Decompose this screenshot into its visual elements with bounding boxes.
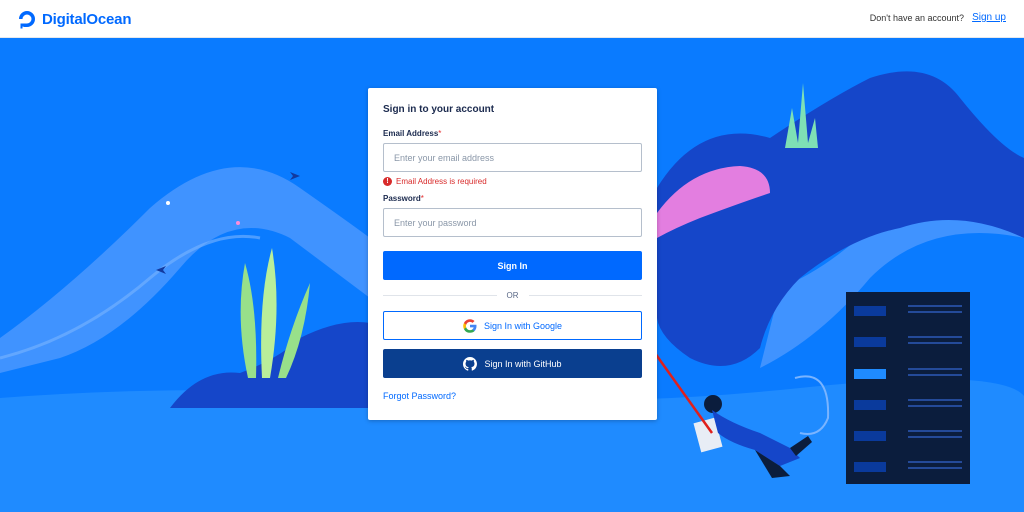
google-sign-in-button[interactable]: Sign In with Google	[383, 311, 642, 340]
email-label: Email Address*	[383, 129, 642, 138]
email-label-text: Email Address	[383, 129, 439, 138]
google-icon	[463, 318, 477, 333]
email-input[interactable]	[383, 143, 642, 172]
sign-in-card: Sign in to your account Email Address* !…	[368, 88, 657, 420]
password-label-text: Password	[383, 194, 421, 203]
divider-line-right	[528, 294, 642, 296]
error-icon: !	[383, 177, 392, 186]
digitalocean-logo-icon	[19, 11, 35, 29]
github-icon	[463, 356, 478, 371]
email-required-mark: *	[438, 129, 442, 138]
email-error: ! Email Address is required	[383, 177, 642, 186]
brand-name: DigitalOcean	[42, 10, 132, 28]
or-divider: OR	[383, 288, 642, 302]
github-button-label: Sign In with GitHub	[484, 358, 562, 369]
divider-line-left	[383, 294, 497, 296]
digitalocean-logo[interactable]: DigitalOcean	[17, 9, 131, 29]
password-input[interactable]	[383, 208, 642, 237]
card-title: Sign in to your account	[383, 104, 495, 115]
signup-prompt: Don't have an account? Sign up	[870, 12, 1006, 23]
sign-in-button[interactable]: Sign In	[383, 251, 642, 280]
password-required-mark: *	[420, 194, 424, 203]
signup-link[interactable]: Sign up	[972, 12, 1006, 23]
google-button-label: Sign In with Google	[483, 320, 563, 331]
top-bar: DigitalOcean Don't have an account? Sign…	[0, 0, 1024, 38]
email-error-text: Email Address is required	[396, 177, 487, 186]
or-text: OR	[506, 290, 519, 300]
no-account-text: Don't have an account?	[869, 12, 965, 23]
password-label: Password*	[383, 194, 642, 203]
forgot-password-link[interactable]: Forgot Password?	[383, 391, 456, 401]
github-sign-in-button[interactable]: Sign In with GitHub	[383, 349, 642, 378]
